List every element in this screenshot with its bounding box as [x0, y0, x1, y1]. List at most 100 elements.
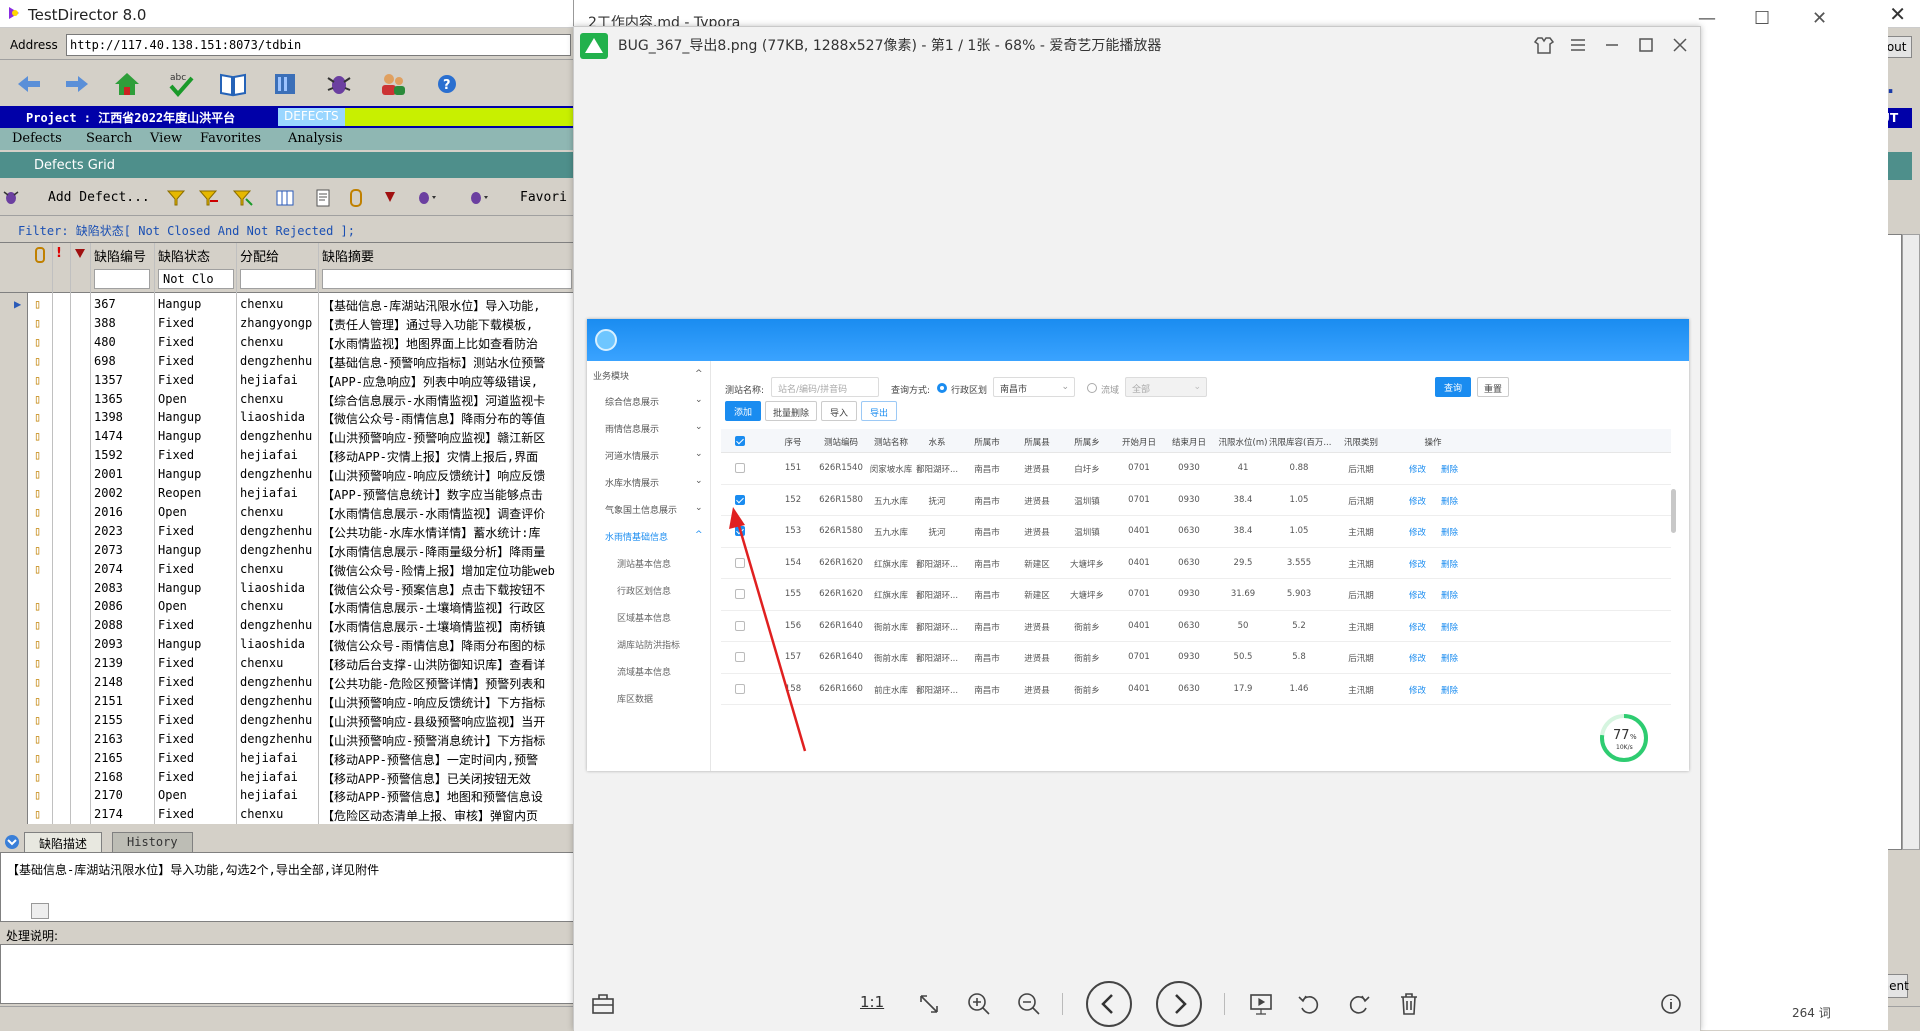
defect-description[interactable]: 【基础信息-库湖站汛限水位】导入功能,勾选2个,导出全部,详见附件: [0, 852, 575, 922]
cell-status: Open: [158, 788, 187, 803]
minimize-icon[interactable]: [1600, 33, 1624, 57]
close-icon[interactable]: ✕: [1812, 8, 1827, 29]
delete-icon[interactable]: [1394, 989, 1424, 1019]
col-assignee[interactable]: 分配给: [240, 246, 279, 265]
fit-window-icon[interactable]: [914, 989, 944, 1019]
flag-col-icon: [75, 249, 85, 258]
menu-defects[interactable]: Defects: [12, 131, 62, 146]
previous-image-button[interactable]: [1086, 981, 1132, 1027]
help-icon[interactable]: ?: [432, 70, 462, 98]
table-row[interactable]: ▯ 1357 Fixed hejiafai 【APP-应急响应】列表中响应等级错误,: [0, 371, 575, 390]
flag-icon[interactable]: [382, 190, 398, 206]
report-icon[interactable]: [314, 189, 332, 207]
vertical-scrollbar[interactable]: [1902, 234, 1920, 850]
zoom-in-icon[interactable]: [964, 989, 994, 1019]
columns-icon[interactable]: [276, 189, 294, 207]
book-icon[interactable]: [218, 70, 248, 98]
maximize-icon[interactable]: [1634, 33, 1658, 57]
table-row[interactable]: ▯ 2168 Fixed hejiafai 【移动APP-预警信息】已关闭按钮无效: [0, 768, 575, 787]
table-row[interactable]: ▯ 2002 Reopen hejiafai 【APP-预警信息统计】数字应当能够点击: [0, 484, 575, 503]
collapse-icon[interactable]: [4, 834, 20, 850]
skin-icon[interactable]: [1532, 33, 1556, 57]
cell-summary: 【水雨情信息展示-土壤墒情监视】行政区: [322, 601, 546, 616]
red-annotation-arrow: [729, 507, 807, 752]
table-row[interactable]: ▯ 1365 Open chenxu 【综合信息展示-水雨情监视】河道监视卡: [0, 390, 575, 409]
col-summary[interactable]: 缺陷摘要: [322, 246, 374, 265]
table-row[interactable]: ▯ 2174 Fixed chenxu 【危险区动态清单上报、审核】弹窗内页: [0, 805, 575, 824]
processing-notes-box[interactable]: [0, 944, 575, 1004]
filter-cell-status[interactable]: Not Clo: [158, 269, 234, 289]
close-icon[interactable]: [1668, 33, 1692, 57]
cell-assignee: dengzhenhu: [240, 675, 313, 689]
toolbox-icon[interactable]: [588, 989, 618, 1019]
info-icon[interactable]: [1656, 989, 1686, 1019]
table-row[interactable]: ▯ 2165 Fixed hejiafai 【移动APP-预警信息】一定时间内,预警: [0, 749, 575, 768]
mail-bug-icon[interactable]: [466, 188, 490, 208]
bug-tools-icon[interactable]: [414, 188, 438, 208]
tab-description[interactable]: 缺陷描述: [24, 832, 103, 852]
col-defect-status[interactable]: 缺陷状态: [158, 246, 210, 265]
address-input[interactable]: http://117.40.138.151:8073/tdbin: [66, 34, 571, 56]
table-row[interactable]: ▯ 1474 Hangup dengzhenhu 【山洪预警响应-预警响应监视】赣江新区: [0, 427, 575, 446]
table-row[interactable]: ▯ 2093 Hangup liaoshida 【微信公众号-雨情信息】降雨分布图的标: [0, 635, 575, 654]
bug-icon[interactable]: [324, 70, 354, 98]
add-defect-button[interactable]: Add Defect...: [48, 190, 150, 205]
table-row[interactable]: ▯ 2163 Fixed dengzhenhu 【山洪预警响应-预警消息统计】下方指标: [0, 730, 575, 749]
filter-cell-summary[interactable]: [322, 269, 572, 289]
table-row[interactable]: ▯ 480 Fixed chenxu 【水雨情监视】地图界面上比如查看防治: [0, 333, 575, 352]
table-row[interactable]: 2083 Hangup liaoshida 【微信公众号-预案信息】点击下载按钮不: [0, 579, 575, 598]
rotate-left-icon[interactable]: [1294, 989, 1324, 1019]
table-row[interactable]: ▯ 2148 Fixed dengzhenhu 【公共功能-危险区预警详情】预警列表和: [0, 673, 575, 692]
col-defect-id[interactable]: 缺陷编号: [94, 246, 146, 265]
spell-check-icon[interactable]: abc: [166, 70, 196, 98]
maximize-icon[interactable]: ☐: [1754, 8, 1770, 29]
users-icon[interactable]: [378, 70, 408, 98]
home-icon[interactable]: [112, 70, 142, 98]
cell-assignee: liaoshida: [240, 580, 306, 595]
close-icon[interactable]: ✕: [1889, 2, 1906, 26]
cell-status: Hangup: [158, 542, 202, 557]
table-row[interactable]: ▯ 2155 Fixed dengzhenhu 【山洪预警响应-县级预警响应监视】当开: [0, 711, 575, 730]
filter-cell-assignee[interactable]: [240, 269, 316, 289]
menu-icon[interactable]: [1566, 33, 1590, 57]
menu-search[interactable]: Search: [86, 131, 132, 146]
attachment-icon[interactable]: [348, 188, 364, 208]
attachment-icon: ▯: [34, 712, 42, 727]
table-row[interactable]: ▯ 1398 Hangup liaoshida 【微信公众号-雨情信息】降雨分布的等值: [0, 408, 575, 427]
filter-cell-id[interactable]: [94, 269, 150, 289]
actual-size-button[interactable]: 1:1: [860, 993, 884, 1011]
rotate-right-icon[interactable]: [1344, 989, 1374, 1019]
table-row[interactable]: ▯ 2088 Fixed dengzhenhu 【水雨情信息展示-土壤墒情监视】南桥镇: [0, 616, 575, 635]
tab-history[interactable]: History: [112, 832, 193, 852]
viewer-title: BUG_367_导出8.png (77KB, 1288x527像素) - 第1 …: [618, 38, 1162, 54]
menu-favorites[interactable]: Favorites: [200, 131, 261, 146]
forward-arrow-icon[interactable]: [62, 70, 92, 98]
table-row[interactable]: ▯ 698 Fixed dengzhenhu 【基础信息-预警响应指标】测站水位预警: [0, 352, 575, 371]
back-arrow-icon[interactable]: [14, 70, 44, 98]
table-row[interactable]: ▯ 2073 Hangup dengzhenhu 【水雨情信息展示-降雨量级分析】降雨量: [0, 541, 575, 560]
favorites-button[interactable]: Favori: [520, 190, 567, 205]
table-row[interactable]: ▯ 2074 Fixed chenxu 【微信公众号-险情上报】增加定位功能web: [0, 560, 575, 579]
table-row[interactable]: ▯ 2151 Fixed dengzhenhu 【山洪预警响应-响应反馈统计】下方指标: [0, 692, 575, 711]
table-row[interactable]: ▯ 2023 Fixed dengzhenhu 【公共功能-水库水情详情】蓄水统计:库: [0, 522, 575, 541]
table-row[interactable]: ▯ 2086 Open chenxu 【水雨情信息展示-土壤墒情监视】行政区: [0, 597, 575, 616]
menu-analysis[interactable]: Analysis: [288, 131, 343, 146]
library-icon[interactable]: [270, 70, 300, 98]
scrollbar-thumb[interactable]: [31, 903, 49, 919]
table-row[interactable]: ▯ 2139 Fixed chenxu 【移动后台支撑-山洪防御知识库】查看详: [0, 654, 575, 673]
table-row[interactable]: ▯ 2016 Open chenxu 【水雨情信息展示-水雨情监视】调查评价: [0, 503, 575, 522]
table-row[interactable]: ▯ 2170 Open hejiafai 【移动APP-预警信息】地图和预警信息设: [0, 786, 575, 805]
filter-icon[interactable]: [166, 189, 186, 207]
table-row[interactable]: ▶ ▯ 367 Hangup chenxu 【基础信息-库湖站汛限水位】导入功能,: [0, 295, 575, 314]
zoom-out-icon[interactable]: [1014, 989, 1044, 1019]
slideshow-icon[interactable]: [1246, 989, 1276, 1019]
table-row[interactable]: ▯ 1592 Fixed hejiafai 【移动APP-灾情上报】灾情上报后,界面: [0, 446, 575, 465]
table-row[interactable]: ▯ 388 Fixed zhangyongp 【责任人管理】通过导入功能下载模板,: [0, 314, 575, 333]
next-image-button[interactable]: [1156, 981, 1202, 1027]
clear-filter-icon[interactable]: [198, 189, 220, 207]
menu-view[interactable]: View: [150, 131, 182, 146]
table-row[interactable]: ▯ 2001 Hangup dengzhenhu 【山洪预警响应-响应反馈统计】响应反馈: [0, 465, 575, 484]
refresh-filter-icon[interactable]: [232, 189, 254, 207]
attachment-col-icon: [35, 247, 45, 263]
add-defect-icon[interactable]: [2, 188, 20, 206]
